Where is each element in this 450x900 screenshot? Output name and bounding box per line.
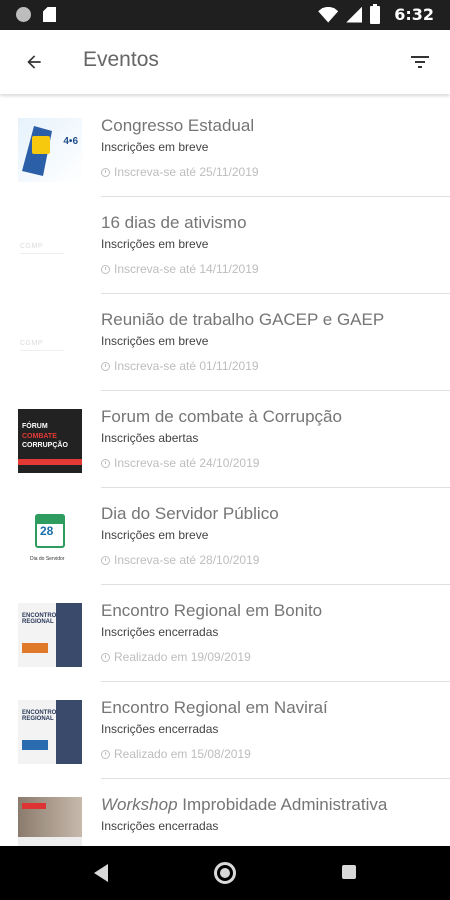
event-item[interactable]: ENCONTRO REGIONAL Encontro Regional em B… bbox=[0, 585, 450, 682]
back-button[interactable] bbox=[14, 42, 54, 82]
clock-icon bbox=[101, 361, 110, 371]
event-status: Inscrições em breve bbox=[101, 140, 209, 154]
clock-icon bbox=[101, 264, 110, 274]
clock-icon bbox=[101, 167, 110, 177]
event-title: Workshop Improbidade Administrativa bbox=[101, 795, 387, 815]
system-nav-bar bbox=[0, 846, 450, 900]
nav-recents-icon[interactable] bbox=[342, 865, 356, 879]
event-item[interactable]: Workshop Improbidade Administrativa Insc… bbox=[0, 779, 450, 846]
event-date: Realizado em 19/09/2019 bbox=[114, 650, 251, 664]
clock-icon bbox=[101, 749, 110, 759]
event-item[interactable]: CGMP —————— Reunião de trabalho GACEP e … bbox=[0, 294, 450, 391]
signal-icon bbox=[346, 6, 363, 23]
event-status: Inscrições encerradas bbox=[101, 625, 219, 639]
status-bar: 6:32 bbox=[0, 0, 450, 30]
event-date-row: Inscreva-se até 24/10/2019 bbox=[101, 456, 259, 470]
page-title: Eventos bbox=[83, 48, 159, 71]
event-status: Inscrições encerradas bbox=[101, 722, 219, 736]
event-thumbnail: FÓRUM COMBATE CORRUPÇÃO bbox=[18, 409, 82, 473]
event-status: Inscrições em breve bbox=[101, 528, 209, 542]
event-date-row: Inscreva-se até 25/11/2019 bbox=[101, 165, 259, 179]
event-title: Congresso Estadual bbox=[101, 116, 255, 135]
event-status: Inscrições encerradas bbox=[101, 819, 219, 833]
event-title: 16 dias de ativismo bbox=[101, 213, 247, 232]
event-title-emphasis: Workshop bbox=[101, 795, 178, 814]
event-title: Encontro Regional em Naviraí bbox=[101, 698, 328, 717]
event-date: Inscreva-se até 25/11/2019 bbox=[114, 165, 259, 179]
event-title: Reunião de trabalho GACEP e GAEP bbox=[101, 310, 385, 329]
event-date: Inscreva-se até 28/10/2019 bbox=[114, 553, 260, 567]
clock-icon bbox=[101, 555, 110, 565]
app-bar: Eventos bbox=[0, 30, 450, 94]
sd-card-icon bbox=[43, 7, 56, 22]
event-date: Realizado em 15/08/2019 bbox=[114, 747, 251, 761]
event-title-text: Improbidade Administrativa bbox=[182, 795, 388, 814]
event-date: Inscreva-se até 01/11/2019 bbox=[114, 359, 259, 373]
event-date-row: Realizado em 19/09/2019 bbox=[101, 650, 251, 664]
event-title: Encontro Regional em Bonito bbox=[101, 601, 323, 620]
battery-icon bbox=[370, 3, 381, 24]
event-thumbnail: CGMP —————— bbox=[20, 243, 65, 257]
event-date: Inscreva-se até 14/11/2019 bbox=[114, 262, 259, 276]
event-date-row: Inscreva-se até 14/11/2019 bbox=[101, 262, 259, 276]
event-title: Dia do Servidor Público bbox=[101, 504, 279, 523]
event-list: 4•6 Congresso Estadual Inscrições em bre… bbox=[0, 100, 450, 846]
event-date-row: Realizado em 15/08/2019 bbox=[101, 747, 251, 761]
event-date-row: Inscreva-se até 01/11/2019 bbox=[101, 359, 259, 373]
event-thumbnail bbox=[18, 797, 82, 846]
event-item[interactable]: 4•6 Congresso Estadual Inscrições em bre… bbox=[0, 100, 450, 197]
event-date: Inscreva-se até 24/10/2019 bbox=[114, 456, 260, 470]
event-thumbnail: ENCONTRO REGIONAL bbox=[18, 603, 82, 667]
arrow-left-icon bbox=[27, 55, 41, 69]
nav-back-icon[interactable] bbox=[94, 864, 108, 882]
event-item[interactable]: 28 Dia do Servidor Dia do Servidor Públi… bbox=[0, 488, 450, 585]
event-date-row: Inscreva-se até 28/10/2019 bbox=[101, 553, 259, 567]
filter-icon bbox=[411, 56, 429, 68]
event-thumbnail: 28 Dia do Servidor bbox=[18, 506, 82, 570]
event-thumbnail: 4•6 bbox=[18, 118, 82, 182]
event-item[interactable]: CGMP —————— 16 dias de ativismo Inscriçõ… bbox=[0, 197, 450, 294]
event-item[interactable]: ENCONTRO REGIONAL Encontro Regional em N… bbox=[0, 682, 450, 779]
event-status: Inscrições em breve bbox=[101, 237, 209, 251]
filter-button[interactable] bbox=[400, 42, 440, 82]
event-title: Forum de combate à Corrupção bbox=[101, 407, 342, 426]
event-thumbnail: CGMP —————— bbox=[20, 340, 65, 354]
nav-home-icon[interactable] bbox=[214, 862, 236, 884]
clock-icon bbox=[101, 458, 110, 468]
clock-icon bbox=[101, 652, 110, 662]
wifi-icon bbox=[318, 6, 339, 23]
event-item[interactable]: FÓRUM COMBATE CORRUPÇÃO Forum de combate à… bbox=[0, 391, 450, 488]
event-thumbnail: ENCONTRO REGIONAL bbox=[18, 700, 82, 764]
event-status: Inscrições em breve bbox=[101, 334, 209, 348]
event-status: Inscrições abertas bbox=[101, 431, 199, 445]
status-time: 6:32 bbox=[394, 5, 434, 24]
notification-dot-icon bbox=[16, 7, 31, 22]
